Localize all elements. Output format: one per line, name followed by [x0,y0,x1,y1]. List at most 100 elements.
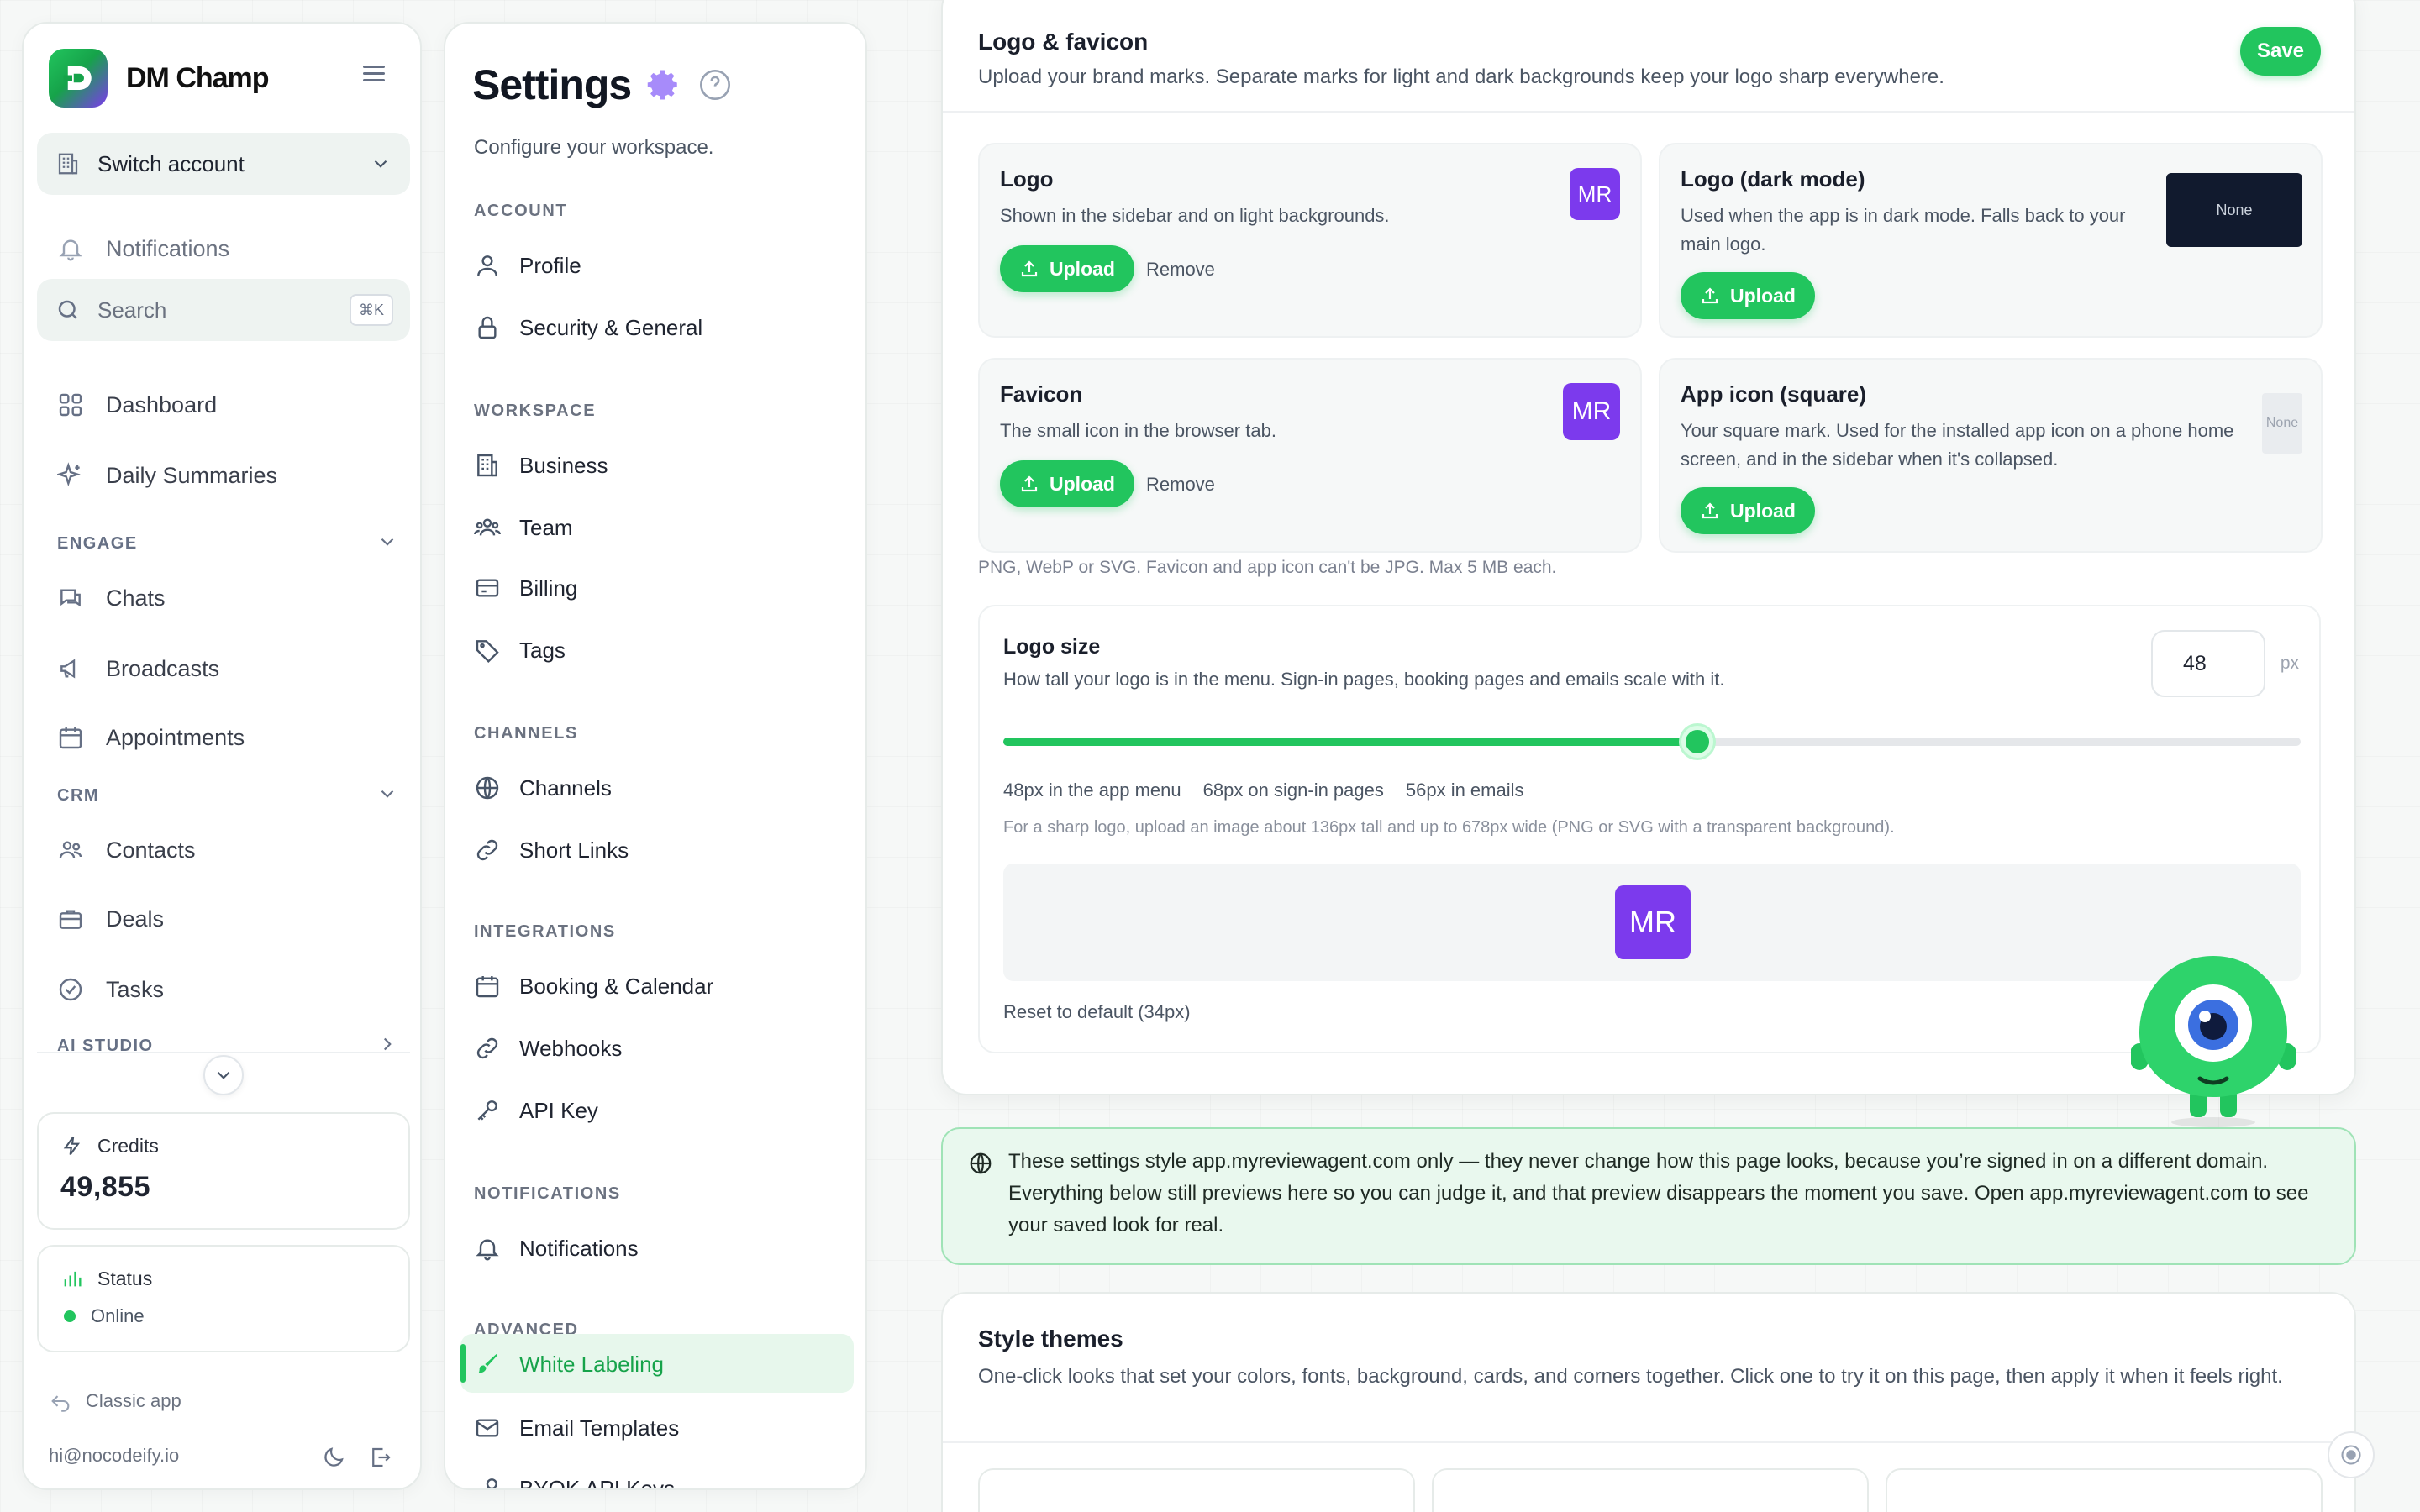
brand[interactable]: DM Champ [49,49,270,108]
upload-label: Upload [1050,472,1115,495]
sidebar-item-label: Chats [106,585,166,611]
logo-dark-tile: Logo (dark mode) Used when the app is in… [1659,143,2323,338]
style-themes-card: Style themes One-click looks that set yo… [941,1292,2356,1512]
sidebar-item-chats[interactable]: Chats [57,585,166,612]
sidebar-item-contacts[interactable]: Contacts [57,837,196,864]
nav-item-white-labeling[interactable]: White Labeling [474,1351,664,1378]
paintbrush-icon [478,1354,497,1373]
theme-option[interactable]: Aa [978,1468,1415,1512]
nav-item-business[interactable]: Business [474,452,608,479]
nav-item-profile[interactable]: Profile [474,252,581,279]
nav-section-channels: CHANNELS [474,724,578,743]
chat-icon [60,589,81,607]
logo-size-description: How tall your logo is in the menu. Sign-… [1003,669,1725,690]
nav-item-team[interactable]: Team [474,514,573,541]
logo-size-slider[interactable] [1003,726,2301,758]
upload-button[interactable]: Upload [1000,460,1134,507]
sidebar-item-appointments[interactable]: Appointments [57,724,245,751]
mascot-helper-icon[interactable] [2131,954,2296,1131]
logo-favicon-card: Logo & favicon Upload your brand marks. … [941,0,2356,1095]
nav-item-channels[interactable]: Channels [474,774,612,801]
undo-icon [51,1395,70,1412]
upload-icon [1021,475,1038,492]
section-crm[interactable]: CRM [57,786,410,806]
sidebar-item-deals[interactable]: Deals [57,906,164,932]
upload-button[interactable]: Upload [1681,487,1815,534]
nav-item-webhooks[interactable]: Webhooks [474,1035,622,1062]
remove-link[interactable]: Remove [1146,474,1215,496]
slider-thumb[interactable] [1681,726,1714,758]
switch-account-button[interactable]: Switch account [37,133,410,195]
nav-item-label: Tags [519,637,566,663]
logout-icon[interactable] [368,1445,393,1470]
divider [37,1052,410,1053]
logo-size-input[interactable] [2151,630,2265,697]
sidebar-item-tasks[interactable]: Tasks [57,976,164,1003]
logo-size-panel: Logo size How tall your logo is in the m… [978,605,2321,1053]
nav-item-short-links[interactable]: Short Links [474,837,629,864]
chevron-down-icon [217,1071,230,1079]
sidebar-item-label: Broadcasts [106,655,220,681]
upload-button[interactable]: Upload [1000,245,1134,292]
remove-link[interactable]: Remove [1146,259,1215,281]
bar-chart-icon [64,1271,82,1287]
preview-logo-badge: MR [1615,885,1691,959]
sidebar-item-label: Appointments [106,724,245,750]
logo-size-preview: MR [1003,864,2301,981]
nav-section-integrations: INTEGRATIONS [474,922,616,941]
sidebar-item-label: Tasks [106,976,165,1002]
nav-item-booking[interactable]: Booking & Calendar [474,973,713,1000]
key-icon [477,1100,497,1121]
upload-button[interactable]: Upload [1681,272,1815,319]
nav-item-tags[interactable]: Tags [474,637,566,664]
mail-icon [476,1419,499,1437]
nav-section-account: ACCOUNT [474,202,568,220]
nav-item-email-templates[interactable]: Email Templates [474,1415,679,1441]
help-icon[interactable] [698,68,732,102]
nav-item-byok[interactable]: BYOK API Keys [474,1475,675,1488]
credits-label: Credits [97,1134,159,1157]
favicon-tile: Favicon The small icon in the browser ta… [978,358,1642,553]
search-shortcut-badge: ⌘K [350,294,393,326]
brand-logo-icon [49,49,108,108]
reset-default-link[interactable]: Reset to default (34px) [1003,1001,1191,1023]
save-button[interactable]: Save [2240,27,2321,76]
app-icon-preview: None [2262,393,2302,454]
style-themes-description: One-click looks that set your colors, fo… [978,1365,2283,1388]
scroll-down-button[interactable] [203,1055,244,1095]
nav-item-label: Profile [519,252,581,278]
users-icon [59,841,82,858]
tile-description: Used when the app is in dark mode. Falls… [1681,205,2126,255]
moon-icon[interactable] [321,1445,346,1470]
search-input[interactable]: Search ⌘K [37,279,410,341]
building-icon [58,153,78,175]
credits-card: Credits 49,855 [37,1112,410,1230]
upload-icon [1021,260,1038,277]
theme-option[interactable]: Aa [1432,1468,1869,1512]
sidebar-item-notifications[interactable]: Notifications [57,235,229,262]
nav-item-label: Security & General [519,314,703,340]
logo-size-title: Logo size [1003,635,1101,659]
nav-item-notifications[interactable]: Notifications [474,1235,639,1262]
info-banner-text: These settings style app.myreviewagent.c… [1008,1150,2309,1236]
upload-label: Upload [1730,284,1796,307]
nav-item-label: Notifications [519,1235,639,1261]
page-subtitle: Configure your workspace. [474,136,714,159]
section-engage[interactable]: ENGAGE [57,534,410,554]
nav-item-billing[interactable]: Billing [474,575,577,601]
scale-app-menu: 48px in the app menu [1003,780,1181,801]
floating-record-button[interactable] [2328,1431,2375,1478]
favicon-preview-badge: MR [1563,383,1620,440]
theme-option[interactable]: Aa [1886,1468,2323,1512]
nav-item-api-key[interactable]: API Key [474,1097,598,1124]
menu-toggle-icon[interactable] [363,66,385,82]
tile-title: Favicon [1000,381,1083,407]
sidebar-item-label: Daily Summaries [106,462,278,488]
classic-app-link[interactable]: Classic app [49,1389,182,1413]
status-label: Status [97,1267,153,1289]
slider-fill [1003,738,1698,746]
sidebar-item-broadcasts[interactable]: Broadcasts [57,655,219,682]
sidebar-item-dashboard[interactable]: Dashboard [57,391,217,418]
nav-item-security[interactable]: Security & General [474,314,702,341]
sidebar-item-daily-summaries[interactable]: Daily Summaries [57,462,277,489]
